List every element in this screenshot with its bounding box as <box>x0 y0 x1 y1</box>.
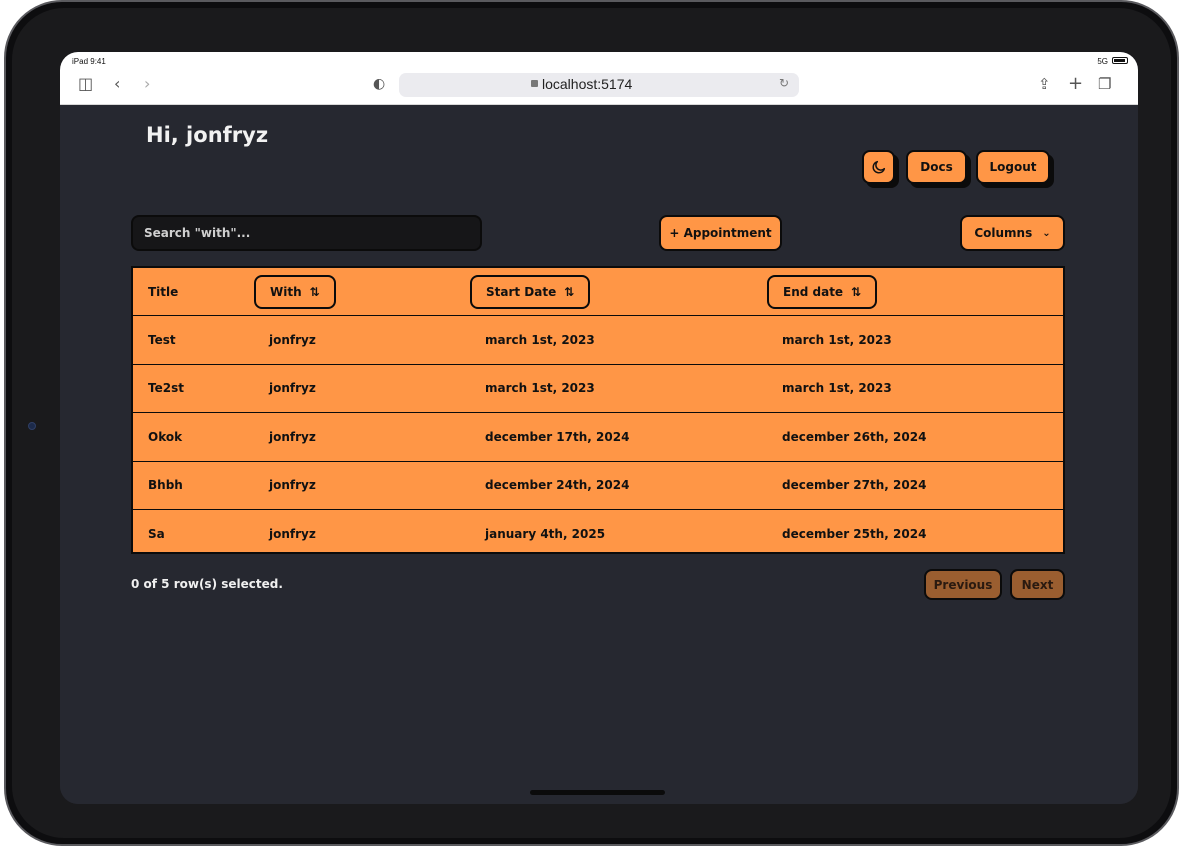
camera-icon <box>28 422 36 430</box>
cell-end-date: march 1st, 2023 <box>782 381 892 396</box>
cell-start-date: march 1st, 2023 <box>485 333 595 348</box>
cell-end-date: march 1st, 2023 <box>782 333 892 348</box>
search-input[interactable] <box>131 215 482 251</box>
status-time: iPad 9:41 <box>72 57 106 66</box>
cell-start-date: december 17th, 2024 <box>485 429 630 444</box>
columns-button[interactable]: Columns ⌄ <box>960 215 1065 251</box>
header-with: With ⇅ <box>254 268 336 315</box>
sort-start-date-button[interactable]: Start Date ⇅ <box>470 274 591 309</box>
table-row[interactable]: Te2st jonfryz march 1st, 2023 march 1st,… <box>133 365 1063 414</box>
header-with-label: With <box>270 284 302 299</box>
cell-end-date: december 25th, 2024 <box>782 527 927 542</box>
table-header-row: Title With ⇅ Start Date ⇅ End date ⇅ <box>133 268 1063 317</box>
cell-end-date: december 27th, 2024 <box>782 478 927 493</box>
status-bar: iPad 9:41 5G <box>60 52 1138 68</box>
sidebar-toggle-icon[interactable]: ◫ <box>78 74 93 94</box>
cell-start-date: january 4th, 2025 <box>485 527 606 542</box>
browser-toolbar: ◫ ‹ › ◐ localhost:5174 ↻ ⇪ + ❐ <box>60 68 1138 105</box>
reload-icon[interactable]: ↻ <box>779 76 789 90</box>
selection-status: 0 of 5 row(s) selected. <box>131 577 283 591</box>
table-row[interactable]: Bhbh jonfryz december 24th, 2024 decembe… <box>133 462 1063 510</box>
columns-label: Columns <box>974 226 1033 240</box>
theme-toggle-button[interactable] <box>862 150 895 184</box>
appointments-table: Title With ⇅ Start Date ⇅ End date ⇅ Tes… <box>131 266 1065 554</box>
forward-icon[interactable]: › <box>144 74 150 94</box>
cell-title: Okok <box>148 429 183 444</box>
chevron-down-icon: ⌄ <box>1042 227 1051 239</box>
sort-with-button[interactable]: With ⇅ <box>254 274 336 309</box>
cell-with: jonfryz <box>269 333 316 348</box>
back-icon[interactable]: ‹ <box>114 74 120 94</box>
previous-button[interactable]: Previous <box>924 569 1002 600</box>
cell-title: Bhbh <box>148 478 183 493</box>
sort-arrows-icon: ⇅ <box>309 284 320 299</box>
logout-button[interactable]: Logout <box>976 150 1050 184</box>
sort-arrows-icon: ⇅ <box>564 284 575 299</box>
table-row[interactable]: Okok jonfryz december 17th, 2024 decembe… <box>133 413 1063 462</box>
next-button[interactable]: Next <box>1010 569 1065 600</box>
moon-icon <box>872 160 885 174</box>
cell-with: jonfryz <box>269 478 316 493</box>
header-start-label: Start Date <box>486 284 557 299</box>
header-end: End date ⇅ <box>767 268 878 315</box>
page-title: Hi, jonfryz <box>146 123 269 147</box>
table-row[interactable]: Test jonfryz march 1st, 2023 march 1st, … <box>133 316 1063 365</box>
privacy-shield-icon[interactable]: ◐ <box>373 74 385 94</box>
new-tab-icon[interactable]: + <box>1068 74 1083 94</box>
cell-title: Te2st <box>148 381 184 396</box>
cell-with: jonfryz <box>269 527 316 542</box>
cell-end-date: december 26th, 2024 <box>782 429 927 444</box>
signal-label: 5G <box>1097 57 1108 66</box>
screen: iPad 9:41 5G ◫ ‹ › ◐ localhost:5174 ↻ ⇪ … <box>60 52 1138 804</box>
home-indicator <box>530 790 665 795</box>
cell-start-date: december 24th, 2024 <box>485 478 630 493</box>
ipad-frame: iPad 9:41 5G ◫ ‹ › ◐ localhost:5174 ↻ ⇪ … <box>4 0 1179 846</box>
table-row[interactable]: Sa jonfryz january 4th, 2025 december 25… <box>133 510 1063 558</box>
clock: 9:41 <box>90 57 106 66</box>
cell-title: Test <box>148 333 176 348</box>
add-appointment-button[interactable]: + Appointment <box>659 215 782 251</box>
header-start: Start Date ⇅ <box>470 268 591 315</box>
tabs-icon[interactable]: ❐ <box>1098 74 1111 94</box>
app-content: Hi, jonfryz Docs Logout + Appointment Co… <box>60 105 1138 804</box>
battery-icon <box>1112 57 1128 64</box>
cell-start-date: march 1st, 2023 <box>485 381 595 396</box>
cell-with: jonfryz <box>269 381 316 396</box>
share-icon[interactable]: ⇪ <box>1038 74 1051 94</box>
header-end-label: End date <box>783 284 844 299</box>
cell-title: Sa <box>148 527 165 542</box>
sort-arrows-icon: ⇅ <box>851 284 862 299</box>
docs-button[interactable]: Docs <box>906 150 967 184</box>
address-bar[interactable]: localhost:5174 ↻ <box>399 73 799 97</box>
cell-with: jonfryz <box>269 429 316 444</box>
header-title: Title <box>148 284 179 299</box>
sort-end-date-button[interactable]: End date ⇅ <box>767 274 878 309</box>
lock-icon <box>531 80 538 87</box>
url-text: localhost:5174 <box>542 76 633 92</box>
device-model: iPad <box>72 57 89 66</box>
